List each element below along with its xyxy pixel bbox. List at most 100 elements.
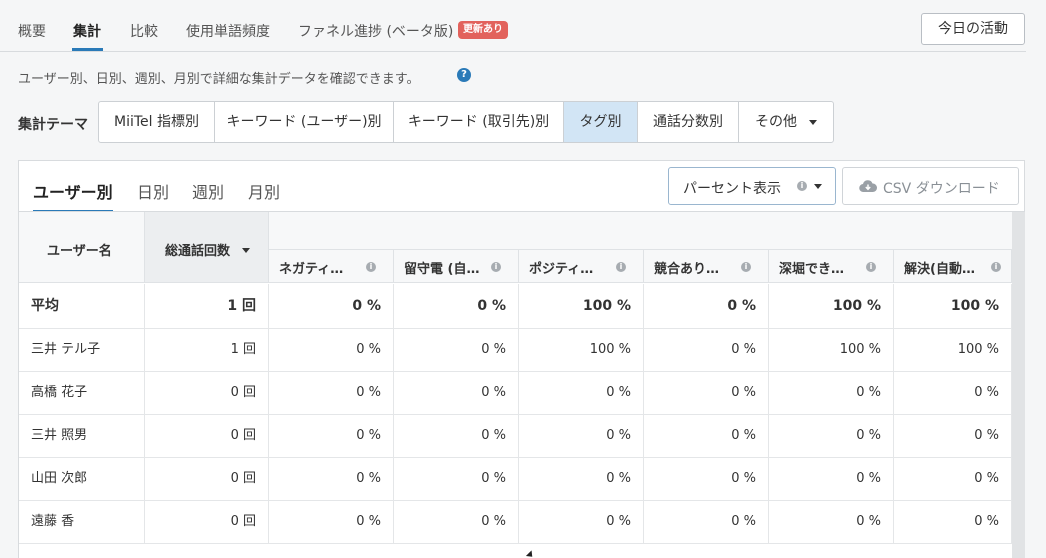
percent-cell: 0 % xyxy=(644,372,769,414)
info-icon[interactable]: i xyxy=(991,262,1001,272)
column-header[interactable]: 深堀でき… i xyxy=(769,250,894,283)
user-name-cell: 三井 テル子 xyxy=(19,329,145,371)
theme-label: 集計テーマ xyxy=(18,117,88,133)
percent-cell: 0 % xyxy=(644,329,769,371)
sort-desc-icon xyxy=(242,248,250,253)
column-header[interactable]: 競合あり… i xyxy=(644,250,769,283)
chevron-down-icon xyxy=(809,119,817,125)
theme-option-other[interactable]: その他 xyxy=(739,102,833,142)
percent-cell: 0 % xyxy=(894,458,1012,500)
percent-cell: 0 % xyxy=(894,372,1012,414)
column-header-label: 深堀でき… xyxy=(779,262,845,277)
theme-option-keyword-account[interactable]: キーワード (取引先)別 xyxy=(394,102,564,142)
column-header[interactable]: 解決(自動… i xyxy=(894,250,1012,283)
info-icon[interactable]: i xyxy=(491,262,501,272)
column-header[interactable]: 留守電 (自… i xyxy=(394,250,519,283)
user-name-cell: 遠藤 香 xyxy=(19,501,145,543)
info-icon[interactable]: i xyxy=(797,181,807,191)
column-header-label: 留守電 (自… xyxy=(404,262,480,277)
info-icon[interactable]: i xyxy=(866,262,876,272)
percent-cell: 0 % xyxy=(769,458,894,500)
header-user-name-label: ユーザー名 xyxy=(47,244,112,259)
total-calls-cell: 1 回 xyxy=(145,284,269,328)
header-user-name: ユーザー名 xyxy=(19,212,145,283)
tab-compare[interactable]: 比較 xyxy=(130,21,158,41)
percent-display-label: パーセント表示 xyxy=(683,181,781,197)
tab-overview[interactable]: 概要 xyxy=(18,21,46,41)
aggregate-table: ユーザー名 総通話回数 ネガティ… i 留守電 (自… i ポジティ… i 競合あり… i 深堀… xyxy=(19,211,1025,558)
percent-cell: 0 % xyxy=(269,415,394,457)
theme-option-tag[interactable]: タグ別 xyxy=(564,102,638,142)
column-header-label: ポジティ… xyxy=(529,262,594,277)
help-icon[interactable]: ? xyxy=(457,68,471,82)
percent-cell: 0 % xyxy=(894,415,1012,457)
percent-cell: 0 % xyxy=(644,458,769,500)
percent-cell: 0 % xyxy=(269,458,394,500)
theme-option-other-label: その他 xyxy=(755,114,797,130)
subtab-monthly[interactable]: 月別 xyxy=(248,179,280,203)
percent-cell: 100 % xyxy=(769,284,894,328)
table-row: 遠藤 香0 回0 % 0 % 0 % 0 % 0 % 0 % xyxy=(19,501,1012,544)
percent-cell: 100 % xyxy=(519,329,644,371)
percent-cell: 0 % xyxy=(519,458,644,500)
info-icon[interactable]: i xyxy=(741,262,751,272)
page-description: ユーザー別、日別、週別、月別で詳細な集計データを確認できます。 xyxy=(18,72,420,87)
average-row: 平均 1 回0 % 0 % 100 % 0 % 100 % 100 % xyxy=(19,284,1012,329)
percent-cell: 0 % xyxy=(269,284,394,328)
percent-cell: 0 % xyxy=(269,329,394,371)
scrollbar[interactable] xyxy=(1012,212,1025,558)
today-activity-button[interactable]: 今日の活動 xyxy=(921,13,1025,45)
percent-cell: 0 % xyxy=(769,415,894,457)
percent-cell: 100 % xyxy=(894,329,1012,371)
theme-option-keyword-user[interactable]: キーワード (ユーザー)別 xyxy=(215,102,394,142)
theme-option-miitel[interactable]: MiiTel 指標別 xyxy=(99,102,215,142)
percent-cell: 0 % xyxy=(394,329,519,371)
header-group-row xyxy=(269,212,1012,250)
subtab-weekly[interactable]: 週別 xyxy=(192,179,224,203)
percent-cell: 0 % xyxy=(394,372,519,414)
percent-cell: 0 % xyxy=(769,501,894,543)
table-row: 山田 次郎 0 回0 % 0 % 0 % 0 % 0 % 0 % xyxy=(19,458,1012,501)
percent-cell: 0 % xyxy=(644,284,769,328)
user-name-cell: 山田 次郎 xyxy=(19,458,145,500)
percent-cell: 0 % xyxy=(769,372,894,414)
subtab-daily[interactable]: 日別 xyxy=(137,179,169,203)
top-nav: 概要 集計 比較 使用単語頻度 ファネル進捗 (ベータ版) 更新あり 今日の活動 xyxy=(0,0,1026,52)
theme-option-call-minutes[interactable]: 通話分数別 xyxy=(638,102,739,142)
user-name-cell: 平均 xyxy=(19,284,145,328)
column-header[interactable]: ポジティ… i xyxy=(519,250,644,283)
info-icon[interactable]: i xyxy=(616,262,626,272)
total-calls-cell: 0 回 xyxy=(145,458,269,500)
tab-funnel[interactable]: ファネル進捗 (ベータ版) xyxy=(298,21,453,41)
tab-word-frequency[interactable]: 使用単語頻度 xyxy=(186,21,270,41)
percent-cell: 0 % xyxy=(644,501,769,543)
percent-cell: 0 % xyxy=(269,372,394,414)
percent-cell: 0 % xyxy=(519,372,644,414)
percent-cell: 0 % xyxy=(394,284,519,328)
total-calls-cell: 0 回 xyxy=(145,501,269,543)
csv-download-button[interactable]: CSV ダウンロード xyxy=(842,167,1019,205)
total-calls-cell: 1 回 xyxy=(145,329,269,371)
percent-cell: 0 % xyxy=(269,501,394,543)
user-name-cell: 高橋 花子 xyxy=(19,372,145,414)
header-total-calls[interactable]: 総通話回数 xyxy=(145,212,269,283)
percent-cell: 0 % xyxy=(394,501,519,543)
active-tab-indicator xyxy=(72,48,103,51)
column-header-label: ネガティ… xyxy=(279,262,344,277)
table-row: 三井 照男 0 回0 % 0 % 0 % 0 % 0 % 0 % xyxy=(19,415,1012,458)
percent-display-select[interactable]: パーセント表示 i xyxy=(668,167,836,205)
user-name-cell: 三井 照男 xyxy=(19,415,145,457)
percent-cell: 100 % xyxy=(769,329,894,371)
percent-cell: 0 % xyxy=(644,415,769,457)
info-icon[interactable]: i xyxy=(366,262,376,272)
tab-aggregate[interactable]: 集計 xyxy=(73,21,101,41)
subtab-by-user[interactable]: ユーザー別 xyxy=(33,179,113,203)
percent-cell: 100 % xyxy=(894,284,1012,328)
column-header[interactable]: ネガティ… i xyxy=(269,250,394,283)
percent-cell: 100 % xyxy=(519,284,644,328)
update-badge: 更新あり xyxy=(458,21,508,39)
percent-cell: 0 % xyxy=(394,415,519,457)
total-calls-cell: 0 回 xyxy=(145,372,269,414)
percent-cell: 0 % xyxy=(519,501,644,543)
aggregate-panel: ユーザー別 日別 週別 月別 パーセント表示 i CSV ダウンロード ユーザー… xyxy=(18,160,1025,558)
